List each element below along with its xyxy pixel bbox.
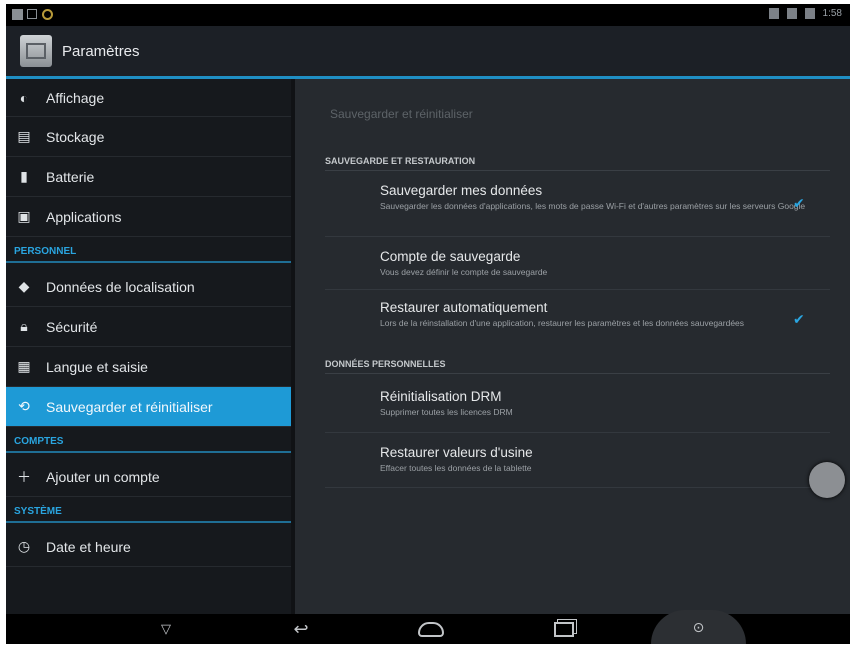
pref-title: Compte de sauvegarde <box>380 249 521 264</box>
pref-title: Restaurer valeurs d'usine <box>380 445 533 460</box>
pref-summary: Effacer toutes les données de la tablett… <box>380 463 532 473</box>
sidebar-item-label: Affichage <box>46 89 105 106</box>
pref-summary: Supprimer toutes les licences DRM <box>380 407 513 417</box>
sidebar-header-personal: PERSONNEL <box>6 241 291 263</box>
signal-icon <box>786 8 797 19</box>
pane-breadcrumb: Sauvegarder et réinitialiser <box>330 107 473 121</box>
battery-status-icon <box>804 8 815 19</box>
plus-icon: ＋ <box>17 468 31 485</box>
pref-summary: Vous devez définir le compte de sauvegar… <box>380 267 548 277</box>
pref-title: Réinitialisation DRM <box>380 389 502 404</box>
sidebar-item-label: Stockage <box>46 128 105 145</box>
sidebar-item-date-time[interactable]: ◷ Date et heure <box>6 527 291 567</box>
pref-summary: Lors de la réinstallation d'une applicat… <box>380 318 745 328</box>
location-icon: ◆ <box>18 278 30 294</box>
pref-backup-my-data[interactable]: Sauvegarder mes données Sauvegarder les … <box>380 183 820 211</box>
keyboard-icon: ▦ <box>17 358 31 374</box>
sidebar-header-accounts: COMPTES <box>6 431 291 453</box>
sidebar-item-battery[interactable]: ▮ Batterie <box>6 157 291 197</box>
sidebar-item-label: Sauvegarder et réinitialiser <box>46 398 213 415</box>
sidebar-item-location[interactable]: ◆ Données de localisation <box>6 267 291 307</box>
sidebar-item-applications[interactable]: ▣ Applications <box>6 197 291 237</box>
sidebar-item-display[interactable]: ◐ Affichage <box>6 79 291 117</box>
pref-auto-restore[interactable]: Restaurer automatiquement Lors de la réi… <box>380 300 820 328</box>
pref-summary: Sauvegarder les données d'applications, … <box>380 201 806 211</box>
sidebar-item-language[interactable]: ▦ Langue et saisie <box>6 347 291 387</box>
sync-notification-icon <box>42 9 53 20</box>
divider <box>325 289 830 290</box>
system-nav-bar: ▽ ↩ ⊙ <box>6 610 850 644</box>
screenshot-icon[interactable]: ⊙ <box>651 610 746 644</box>
section-header-backup: SAUVEGARDE ET RESTAURATION <box>325 156 830 171</box>
home-icon[interactable] <box>411 614 451 644</box>
pref-drm-reset[interactable]: Réinitialisation DRM Supprimer toutes le… <box>380 389 820 417</box>
sidebar-item-label: Sécurité <box>46 318 98 335</box>
lock-icon: 🔒︎ <box>20 318 28 334</box>
checkbox-check-icon[interactable]: ✔ <box>793 311 805 328</box>
sidebar-item-add-account[interactable]: ＋ Ajouter un compte <box>6 457 291 497</box>
recent-apps-icon[interactable] <box>544 614 584 644</box>
sidebar-item-label: Données de localisation <box>46 278 195 295</box>
divider <box>325 432 830 433</box>
sidebar-item-label: Ajouter un compte <box>46 468 160 485</box>
clock-icon: ◷ <box>17 538 31 554</box>
section-header-personal-data: DONNÉES PERSONNELLES <box>325 359 830 374</box>
sidebar-item-backup[interactable]: ⟲ Sauvegarder et réinitialiser <box>6 387 291 427</box>
battery-icon: ▮ <box>20 168 28 184</box>
settings-app-icon[interactable] <box>20 35 52 67</box>
pref-backup-account[interactable]: Compte de sauvegarde Vous devez définir … <box>380 249 820 277</box>
sidebar-item-storage[interactable]: ▤ Stockage <box>6 117 291 157</box>
bluetooth-icon <box>768 8 779 19</box>
backup-reset-pane: Sauvegarder et réinitialiser SAUVEGARDE … <box>295 79 850 614</box>
display-icon: ◐ <box>19 89 29 106</box>
sidebar-item-label: Applications <box>46 208 122 225</box>
screenshot-notification-icon <box>27 9 37 19</box>
action-bar: Paramètres <box>6 26 850 79</box>
storage-icon: ▤ <box>17 128 31 144</box>
settings-sidebar: ◐ Affichage ▤ Stockage ▮ Batterie ▣ Appl… <box>6 79 291 614</box>
status-icons: 1:58 <box>768 8 842 19</box>
clock-time: 1:58 <box>822 8 842 19</box>
back-icon[interactable]: ↩ <box>281 614 321 644</box>
sidebar-item-label: Langue et saisie <box>46 358 148 375</box>
sidebar-item-security[interactable]: 🔒︎ Sécurité <box>6 307 291 347</box>
divider <box>325 236 830 237</box>
notification-icon <box>12 9 23 20</box>
pref-title: Restaurer automatiquement <box>380 300 548 315</box>
page-title: Paramètres <box>62 43 140 60</box>
status-bar: 1:58 <box>6 4 850 26</box>
backup-icon: ⟲ <box>18 398 30 414</box>
pref-factory-reset[interactable]: Restaurer valeurs d'usine Effacer toutes… <box>380 445 820 473</box>
sidebar-item-label: Date et heure <box>46 538 131 555</box>
apps-icon: ▣ <box>17 208 31 224</box>
floating-action-button[interactable] <box>809 462 845 498</box>
hide-bar-icon[interactable]: ▽ <box>146 614 186 644</box>
sidebar-header-system: SYSTÈME <box>6 501 291 523</box>
checkbox-check-icon[interactable]: ✔ <box>793 195 805 212</box>
sidebar-item-label: Batterie <box>46 168 95 185</box>
tablet-screen: 1:58 Paramètres ◐ Affichage ▤ Stockage ▮… <box>6 4 850 644</box>
pref-title: Sauvegarder mes données <box>380 183 543 198</box>
divider <box>325 487 830 488</box>
